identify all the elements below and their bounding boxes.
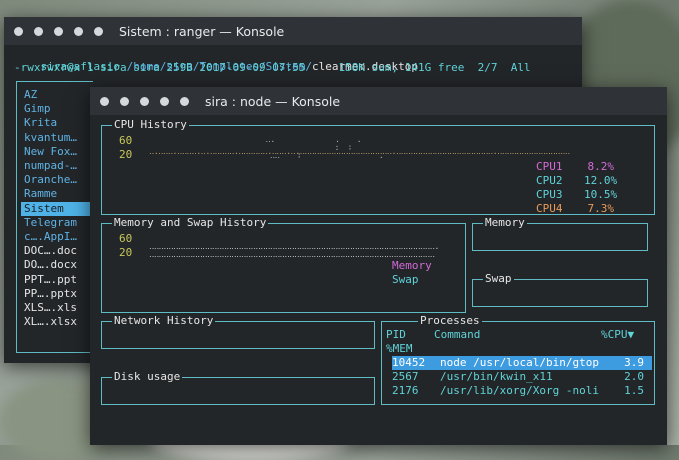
window-controls <box>100 96 189 106</box>
file-list-item[interactable]: DOC….doc <box>21 244 91 258</box>
mem-y-tick-20: 20 <box>119 246 133 259</box>
file-list-item[interactable]: Gimp <box>21 102 91 116</box>
processes-panel: Processes PID Command %CPU▼ %MEM 10452 no… <box>381 314 655 405</box>
process-row[interactable]: 2176/usr/lib/xorg/Xorg -noli 1.5 <box>392 384 652 398</box>
process-row[interactable]: 10452 node /usr/local/bin/gtop 3.9 <box>392 356 652 370</box>
cpu-legend-name: CPU2 <box>536 174 563 187</box>
cpu-legend-item: CPU2 12.0% <box>536 174 618 188</box>
file-list-item[interactable]: Oranche… <box>21 173 91 187</box>
col-header-pid[interactable]: PID <box>386 328 406 342</box>
process-cpu: 2.0 <box>624 370 644 383</box>
cpu-legend-value: 12.0% <box>584 174 618 187</box>
file-list-item[interactable]: AZ <box>21 88 91 102</box>
gtop-titlebar[interactable]: sira : node — Konsole <box>90 87 667 115</box>
file-list: AZ Gimp Krita kvantum… New Fox… numpad-… Oranc… <box>21 88 91 329</box>
window-title: Sistem : ranger — Konsole <box>119 23 285 39</box>
file-list-item[interactable]: Sistem <box>21 201 91 216</box>
col-header-mem[interactable]: %MEM <box>386 342 413 356</box>
file-list-item[interactable]: Krita <box>21 116 91 130</box>
window-controls <box>14 26 103 36</box>
file-list-item[interactable]: DO….docx <box>21 258 91 272</box>
close-icon[interactable] <box>100 96 109 106</box>
cpu-legend-item: CPU3 10.5% <box>536 188 618 202</box>
cpu-history-panel: CPU History 60 20 ‥. . . : ∶ ‥‥ ∶ . ‥.‥‥… <box>101 118 655 216</box>
col-header-cpu[interactable]: %CPU▼ <box>601 328 634 342</box>
mem-y-tick-60: 60 <box>119 232 133 245</box>
file-list-item[interactable]: PP….pptx <box>21 287 91 301</box>
keep-above-icon[interactable] <box>160 96 169 106</box>
disk-usage-panel: Disk usage <box>101 370 375 405</box>
process-cmd: /usr/lib/xorg/Xorg -noli <box>440 384 599 397</box>
close-icon[interactable] <box>14 26 23 36</box>
process-table: 10452 node /usr/local/bin/gtop 3.9 2567/usr… <box>392 356 652 398</box>
file-list-item[interactable]: PPT….ppt <box>21 273 91 287</box>
mem-legend: Memory Swap <box>392 259 432 287</box>
mem-sparkline: ‥‥‥‥‥‥‥‥‥‥‥‥‥‥‥‥‥‥‥‥‥‥‥‥‥‥‥‥‥‥‥‥‥‥‥‥‥‥‥‥… <box>149 242 439 259</box>
mem-legend-item: Swap <box>392 273 419 286</box>
mem-history-panel: Memory and Swap History 60 20 ‥‥‥‥‥‥‥‥‥‥… <box>101 216 466 313</box>
mem-history-label: Memory and Swap History <box>112 216 269 230</box>
cpu-legend-name: CPU4 <box>536 202 563 215</box>
process-pid: 10452 <box>392 356 426 369</box>
maximize-icon[interactable] <box>140 96 149 106</box>
cpu-legend-item: CPU4 7.3% <box>536 202 614 216</box>
menu-icon[interactable] <box>94 26 103 36</box>
network-history-panel: Network History <box>101 314 375 349</box>
swap-label: Swap <box>483 272 514 286</box>
window-title: sira : node — Konsole <box>205 93 341 109</box>
gtop-window[interactable]: sira : node — Konsole CPU History 60 20 … <box>90 87 667 445</box>
file-list-item[interactable]: kvantum… <box>21 131 91 145</box>
mem-legend-item: Memory <box>392 259 432 272</box>
file-list-item[interactable]: Telegram <box>21 216 91 230</box>
process-cpu: 3.9 <box>624 356 644 369</box>
cpu-legend-value: 7.3% <box>587 202 615 215</box>
cpu-legend-value: 8.2% <box>587 160 615 173</box>
keep-above-icon[interactable] <box>74 26 83 36</box>
process-pid: 2176 <box>392 384 419 397</box>
process-cpu: 1.5 <box>624 384 644 397</box>
memory-panel: Memory <box>472 216 648 251</box>
file-list-item[interactable]: c….AppI… <box>21 230 91 244</box>
maximize-icon[interactable] <box>54 26 63 36</box>
cpu-legend-name: CPU3 <box>536 188 563 201</box>
col-header-command[interactable]: Command <box>434 328 480 342</box>
process-pid: 2567 <box>392 370 419 383</box>
status-line: -rwxrwxrwx 1 sira sira 259B 2017-09-09 0… <box>14 61 531 74</box>
menu-icon[interactable] <box>180 96 189 106</box>
ranger-titlebar[interactable]: Sistem : ranger — Konsole <box>4 17 582 45</box>
file-list-item[interactable]: XLS….xls <box>21 301 91 315</box>
swap-panel: Swap <box>472 272 648 307</box>
minimize-icon[interactable] <box>120 96 129 106</box>
process-cmd: /usr/bin/kwin_x11 <box>440 370 553 383</box>
file-list-item[interactable]: numpad-… <box>21 159 91 173</box>
cpu-legend-item: CPU1 8.2% <box>536 160 614 174</box>
cpu-sparkline: ‥.‥‥‥.‥‥‥‥.‥.‥‥‥‥‥.‥‥‥‥‥‥.‥‥‥.‥.‥‥‥‥‥‥‥‥… <box>149 147 570 156</box>
cpu-y-tick-60: 60 <box>119 134 133 147</box>
network-history-label: Network History <box>112 314 216 328</box>
process-cmd: node /usr/local/bin/gtop <box>440 356 599 369</box>
cpu-legend-value: 10.5% <box>584 188 618 201</box>
processes-label: Processes <box>418 314 482 328</box>
file-list-item[interactable]: XL….xlsx <box>21 315 91 329</box>
cpu-legend-name: CPU1 <box>536 160 563 173</box>
disk-usage-label: Disk usage <box>112 370 183 384</box>
file-list-item[interactable]: New Fox… <box>21 145 91 159</box>
minimize-icon[interactable] <box>34 26 43 36</box>
cpu-history-label: CPU History <box>112 118 189 132</box>
file-list-item[interactable]: Ramme <box>21 187 91 201</box>
cpu-y-tick-20: 20 <box>119 148 133 161</box>
cpu-legend: CPU1 8.2% CPU2 12.0% CPU3 10.5% CPU4 7.3% <box>536 160 618 216</box>
memory-label: Memory <box>483 216 527 230</box>
process-row[interactable]: 2567/usr/bin/kwin_x11 2.0 <box>392 370 652 384</box>
